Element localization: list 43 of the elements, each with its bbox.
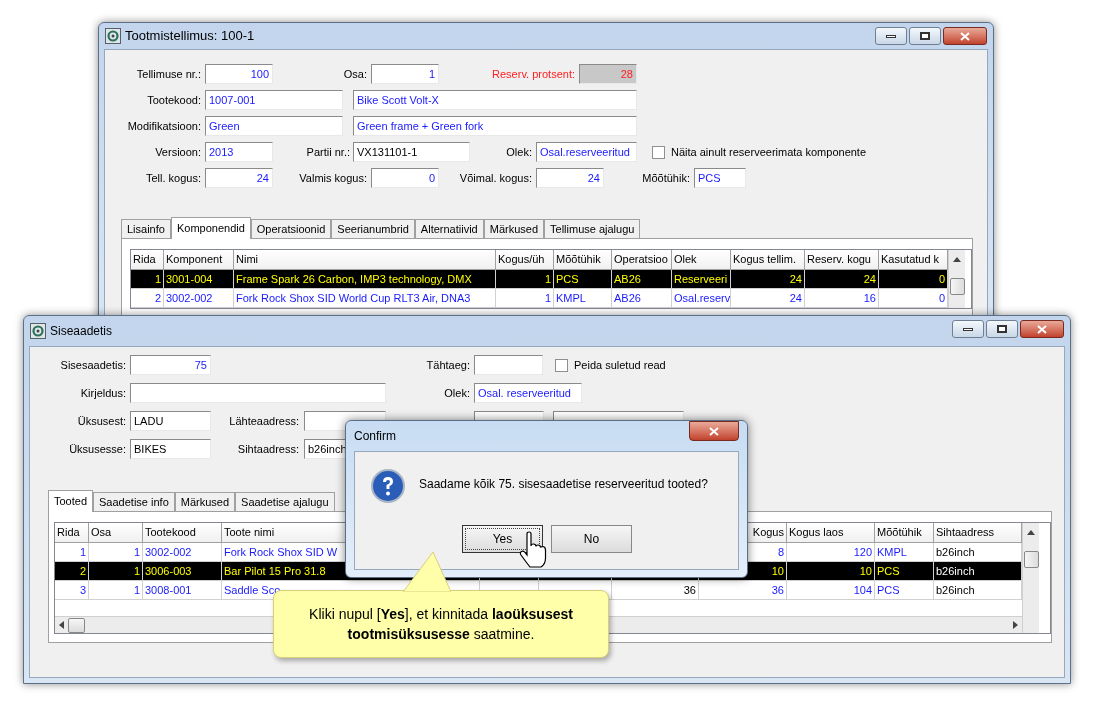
field-label: Partii nr.: (306, 144, 350, 160)
field-label: Tellimuse nr.: (136, 66, 201, 82)
dialog-message: Saadame kõik 75. sisesaadetise reserveeritud tooted? (419, 476, 708, 493)
field-label: Mõõtühik: (642, 170, 690, 186)
checkbox-label: Peida suletud read (574, 357, 666, 373)
table-cell: 3008-001 (143, 581, 222, 600)
table-cell: 24 (731, 289, 805, 308)
field-label: Tootekood: (147, 92, 201, 108)
field-label: Modifikatsioon: (127, 118, 201, 134)
field-label: Osa: (343, 66, 367, 82)
field-label: Võimal. kogus: (459, 170, 532, 186)
table-cell: Fork Rock Shox SID World Cup RLT3 Air, DNA3 (234, 289, 496, 308)
field-label: Olek: (444, 385, 470, 401)
table-cell: PCS (875, 581, 934, 600)
checkbox-label: Näita ainult reserveerimata komponente (671, 144, 867, 160)
dialog-title: Confirm (354, 428, 396, 445)
field-label: Üksusesse: (69, 441, 126, 457)
table-cell: 16 (805, 289, 879, 308)
table-cell: KMPL (554, 289, 612, 308)
field-label: Valmis kogus: (299, 170, 367, 186)
table-cell: 104 (787, 581, 875, 600)
field-label: Tell. kogus: (145, 170, 201, 186)
field-label: Lähteaadress: (229, 413, 299, 429)
table-cell: AB26 (612, 289, 672, 308)
table-cell: 36 (612, 581, 699, 600)
field-label: Versioon: (155, 144, 201, 160)
field-label: Tähtaeg: (426, 357, 470, 373)
callout-text: Kliki nupul [Yes], et kinnitada laoüksusest tootmisüksusesse saatmine. (308, 605, 574, 644)
field-label: Kirjeldus: (80, 385, 126, 401)
table-cell: 36 (699, 581, 787, 600)
table-cell: 1 (496, 289, 554, 308)
window-title: Siseaadetis (50, 323, 113, 340)
table-cell: 3 (55, 581, 89, 600)
field-label: Reserv. protsent: (492, 66, 575, 82)
table-cell: 1 (89, 581, 143, 600)
field-label: Sisesaadetis: (60, 357, 126, 373)
table-cell: 3002-002 (164, 289, 234, 308)
field-label: Olek: (506, 144, 532, 160)
field-label: Üksusest: (77, 413, 126, 429)
table-cell: Osal.reserv (672, 289, 731, 308)
field-label: Sihtaadress: (237, 441, 299, 457)
window-title: Tootmistellimus: 100-1 (125, 27, 255, 46)
table-cell: 2 (131, 289, 164, 308)
